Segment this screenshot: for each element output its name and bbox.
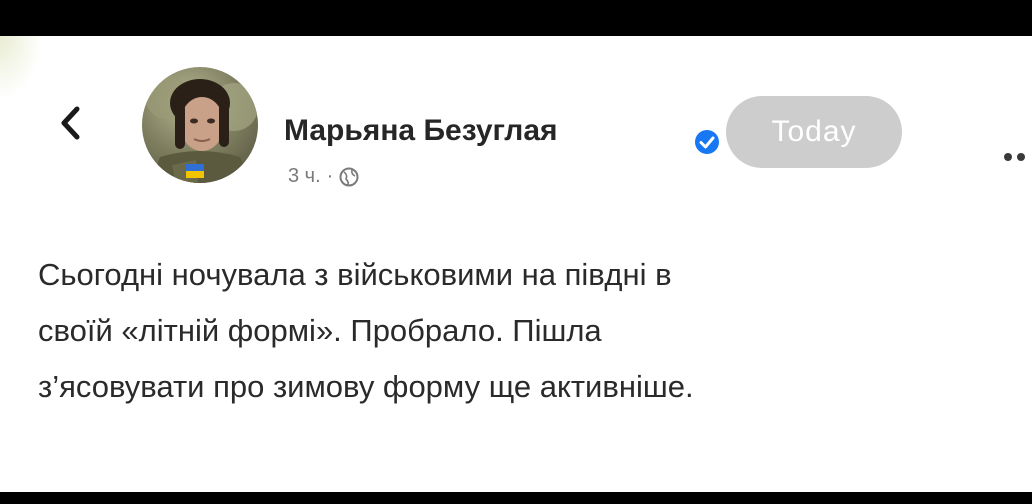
post-text-line: своїй «літній формі». Пробрало. Пішла (38, 313, 602, 348)
post-meta: 3 ч. · (288, 165, 359, 188)
avatar-image (145, 75, 258, 183)
post-text: Сьогодні ночувала з військовими на півдн… (38, 247, 1018, 415)
globe-icon (339, 167, 359, 186)
post-card: Марьяна Безуглая Today 3 ч. · Сьогодні н… (0, 36, 1032, 492)
more-options-button[interactable] (1004, 149, 1032, 165)
today-badge: Today (726, 96, 902, 168)
post-text-line: Сьогодні ночувала з військовими на півдн… (38, 257, 672, 292)
back-button[interactable] (50, 98, 90, 148)
author-name[interactable]: Марьяна Безуглая (284, 114, 558, 148)
post-time[interactable]: 3 ч. (288, 165, 321, 188)
meta-separator: · (326, 165, 334, 187)
chevron-left-icon (61, 106, 80, 140)
more-dots-icon (1017, 153, 1025, 161)
post-text-line: з’ясовувати про зимову форму ще активніш… (38, 369, 694, 404)
avatar[interactable] (142, 67, 258, 183)
more-dots-icon (1004, 153, 1012, 161)
verified-badge-icon (695, 130, 719, 154)
corner-tint (0, 36, 40, 96)
